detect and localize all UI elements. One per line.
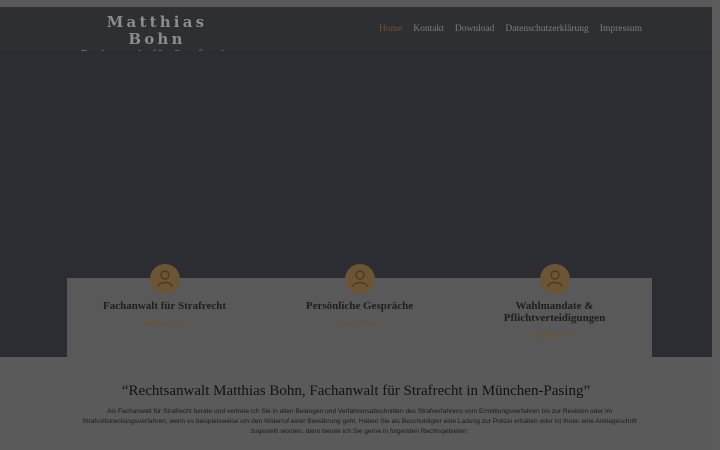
user-icon (344, 264, 375, 294)
intro-section: “Rechtsanwalt Matthias Bohn, Fachanwalt … (0, 357, 712, 450)
feature-author-link[interactable]: Matthias Bohn (457, 332, 652, 339)
intro-heading: “Rechtsanwalt Matthias Bohn, Fachanwalt … (121, 383, 591, 399)
feature-box-strafrecht: Fachanwalt für Strafrecht Matthias Bohn (67, 264, 262, 357)
feature-author-link[interactable]: Matthias Bohn (262, 320, 457, 327)
nav-item-datenschutz[interactable]: Datenschutzerklärung (505, 24, 588, 34)
user-icon (149, 264, 180, 294)
nav-item-kontakt[interactable]: Kontakt (413, 24, 444, 34)
intro-text: Als Fachanwalt für Strafrecht berate und… (82, 408, 637, 435)
nav-item-home[interactable]: Home (379, 24, 402, 34)
user-icon (539, 264, 570, 294)
feature-author-link[interactable]: Matthias Bohn (67, 320, 262, 327)
feature-title: Persönliche Gespräche (305, 300, 414, 312)
site-header: Matthias Bohn Fachanwalt für Strafrecht … (0, 7, 712, 60)
feature-boxes: Fachanwalt für Strafrecht Matthias Bohn … (67, 264, 652, 357)
nav-item-download[interactable]: Download (455, 24, 495, 34)
main-nav: Home Kontakt Download Datenschutzerkläru… (379, 24, 642, 34)
logo-name: Matthias Bohn (106, 13, 208, 48)
feature-box-gespraeche: Persönliche Gespräche Matthias Bohn (262, 264, 457, 357)
nav-item-impressum[interactable]: Impressum (600, 24, 642, 34)
feature-title: Fachanwalt für Strafrecht (102, 300, 227, 312)
page: Matthias Bohn Fachanwalt für Strafrecht … (0, 0, 712, 450)
feature-box-wahlmandate: Wahlmandate & Pflichtverteidigungen Matt… (457, 264, 652, 357)
top-strip (0, 0, 712, 7)
feature-title: Wahlmandate & Pflichtverteidigungen (503, 300, 606, 324)
page-scrollbar[interactable] (712, 0, 720, 450)
